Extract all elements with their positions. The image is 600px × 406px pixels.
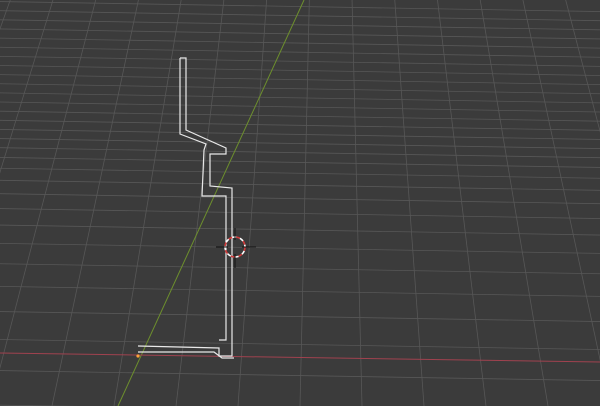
- scene-canvas[interactable]: [0, 0, 600, 406]
- grid-line-cross: [0, 110, 600, 122]
- grid-line-receding: [0, 0, 54, 174]
- grid-line-receding: [51, 0, 139, 406]
- grid-line-cross: [0, 193, 600, 205]
- grid-line-cross: [0, 370, 600, 381]
- grid-line-cross: [0, 286, 600, 297]
- grid-line-cross: [0, 119, 600, 131]
- grid-line-cross: [0, 65, 600, 76]
- grid-line-cross: [0, 339, 600, 350]
- selected-vertex[interactable]: [136, 354, 140, 358]
- grid-line-cross: [0, 208, 600, 219]
- grid-line-cross: [0, 28, 600, 40]
- grid-line-cross: [0, 311, 600, 322]
- grid-line-cross: [0, 55, 600, 67]
- grid-line-receding: [437, 0, 487, 406]
- grid-line-cross: [0, 10, 600, 22]
- grid-line-cross: [0, 138, 600, 149]
- 3d-viewport[interactable]: [0, 0, 600, 406]
- grid-line-receding: [299, 0, 310, 406]
- grid-line-cross: [0, 129, 600, 140]
- grid-line-cross: [0, 83, 600, 95]
- grid-line-cross: [0, 157, 600, 168]
- grid-line-receding: [175, 0, 225, 406]
- grid-line-receding: [394, 0, 425, 406]
- grid-line-cross: [0, 242, 600, 254]
- grid-line-cross: [0, 92, 600, 104]
- grid-line-cross: [0, 147, 600, 159]
- grid-line-cross: [0, 263, 600, 275]
- grid-line-cross: [0, 46, 600, 58]
- mesh-profile-outline[interactable]: [137, 57, 233, 357]
- grid-line-cross: [0, 37, 600, 49]
- grid-line-receding: [0, 0, 11, 31]
- x-axis-line: [0, 352, 600, 363]
- grid-line-cross: [0, 19, 600, 31]
- grid-line-cross: [0, 101, 600, 113]
- grid-line-cross: [0, 224, 600, 236]
- grid-line-cross: [0, 167, 600, 179]
- floor-grid: [0, 0, 600, 406]
- grid-line-cross: [0, 74, 600, 86]
- grid-line-cross: [0, 1, 600, 12]
- grid-line-cross: [0, 179, 600, 191]
- mesh-profile-inner-outline[interactable]: [179, 58, 227, 341]
- grid-line-receding: [113, 0, 182, 406]
- grid-line-receding: [0, 0, 97, 370]
- y-axis-line: [117, 0, 305, 406]
